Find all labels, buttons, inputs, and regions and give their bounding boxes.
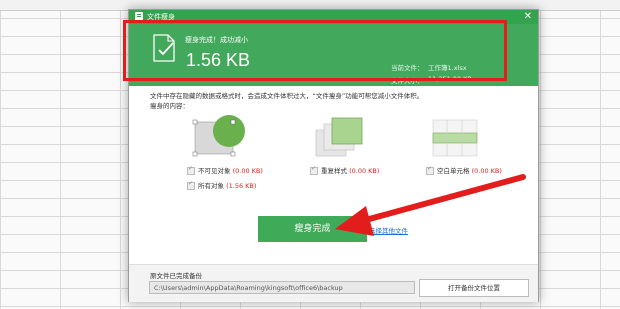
all-objects-checkbox[interactable] xyxy=(187,180,195,190)
description-text: 文件中存在隐藏的数据或格式时，会造成文件体积过大，“文件瘦身”功能可帮您减小文件… xyxy=(150,92,424,100)
invisible-objects-size: (0.00 KB) xyxy=(232,167,263,175)
empty-cells-label: 空白单元格 xyxy=(437,167,470,175)
option-duplicate-styles[interactable]: 重复样式 (0.00 KB) xyxy=(310,165,379,175)
invisible-objects-illustration xyxy=(192,115,245,157)
all-objects-size: (1.56 KB) xyxy=(226,182,257,190)
open-backup-location-button[interactable]: 打开备份文件位置 xyxy=(419,279,529,297)
option-invisible-objects[interactable]: 不可见对象 (0.00 KB) xyxy=(187,165,263,175)
option-all-objects[interactable]: 所有对象 (1.56 KB) xyxy=(187,180,256,190)
close-icon[interactable]: ✕ xyxy=(524,10,532,24)
choose-other-file-link[interactable]: 选择其他文件 xyxy=(369,225,408,235)
finish-button[interactable]: 瘦身完成 xyxy=(258,216,367,242)
slim-content-label: 瘦身的内容： xyxy=(150,102,189,110)
duplicate-styles-illustration xyxy=(315,117,363,157)
invisible-objects-checkbox[interactable] xyxy=(187,165,195,175)
option-empty-cells[interactable]: 空白单元格 (0.00 KB) xyxy=(426,165,502,175)
duplicate-styles-label: 重复样式 xyxy=(321,167,347,175)
backup-footer: 原文件已完成备份 C:\Users\admin\AppData\Roaming\… xyxy=(129,264,538,302)
all-objects-label: 所有对象 xyxy=(198,182,224,190)
backup-label: 原文件已完成备份 xyxy=(150,272,202,280)
backup-path-field[interactable]: C:\Users\admin\AppData\Roaming\kingsoft\… xyxy=(149,281,415,294)
empty-cells-checkbox[interactable] xyxy=(426,165,434,175)
invisible-objects-label: 不可见对象 xyxy=(198,167,231,175)
duplicate-styles-checkbox[interactable] xyxy=(310,165,318,175)
empty-cells-illustration xyxy=(432,119,478,157)
empty-cells-size: (0.00 KB) xyxy=(471,167,502,175)
highlight-box xyxy=(123,20,507,81)
duplicate-styles-size: (0.00 KB) xyxy=(349,167,380,175)
